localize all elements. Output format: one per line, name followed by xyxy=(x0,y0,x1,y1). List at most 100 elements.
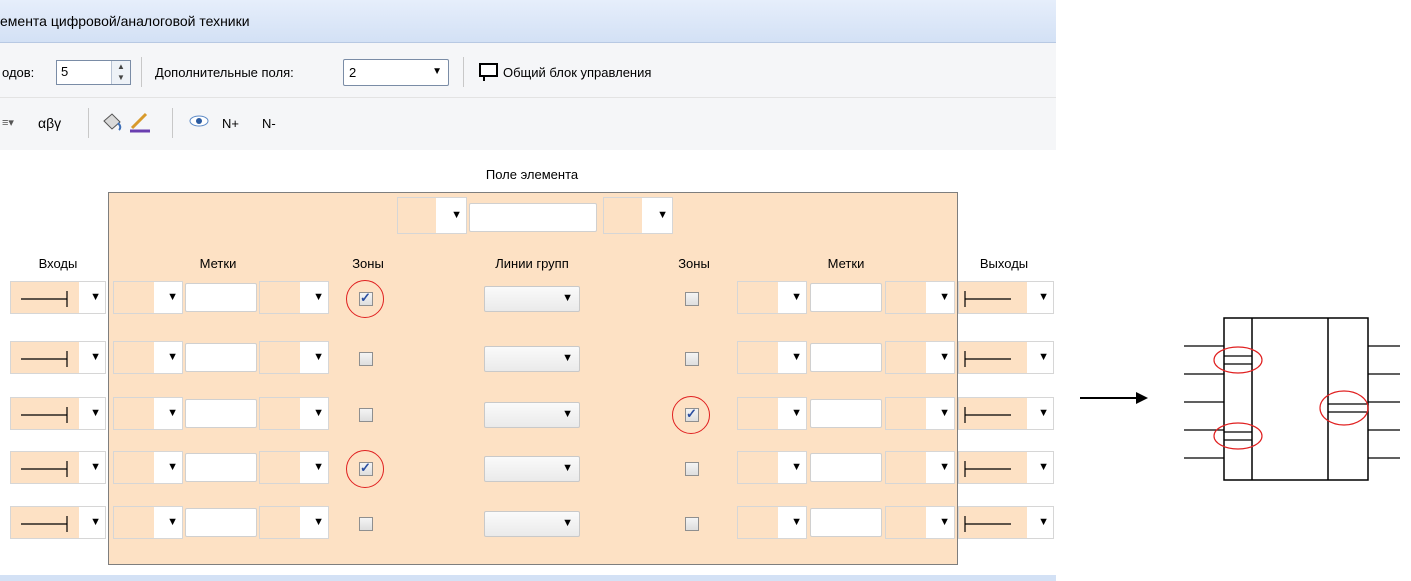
right-label-suffix-select[interactable]: ▼ xyxy=(885,506,955,539)
left-label-input[interactable] xyxy=(185,343,257,372)
chevron-down-icon: ▼ xyxy=(791,516,802,528)
input-pin-select[interactable]: ▼ xyxy=(10,397,106,430)
right-label-input[interactable] xyxy=(810,453,882,482)
list-dropdown-icon[interactable]: ≡▾ xyxy=(2,116,14,129)
zone-left-checkbox[interactable] xyxy=(359,517,373,531)
common-block-label[interactable]: Общий блок управления xyxy=(503,65,651,80)
left-label-suffix-select[interactable]: ▼ xyxy=(259,341,329,374)
left-label-prefix-select[interactable]: ▼ xyxy=(113,451,183,484)
chevron-down-icon: ▼ xyxy=(791,407,802,419)
right-label-prefix-select[interactable]: ▼ xyxy=(737,397,807,430)
title-bar: емента цифровой/аналоговой техники xyxy=(0,0,1056,43)
group-line-select[interactable]: ▼ xyxy=(484,456,580,482)
right-label-prefix-select[interactable]: ▼ xyxy=(737,341,807,374)
chevron-down-icon: ▼ xyxy=(939,461,950,473)
right-label-input[interactable] xyxy=(810,283,882,312)
count-spinner[interactable]: 5 ▲ ▼ xyxy=(56,60,131,85)
output-pin-select[interactable]: ▼ xyxy=(958,341,1054,374)
output-pin-select[interactable]: ▼ xyxy=(958,397,1054,430)
zone-right-checkbox[interactable] xyxy=(685,517,699,531)
input-pin-symbol-icon xyxy=(21,291,68,307)
chevron-down-icon: ▼ xyxy=(562,462,573,474)
left-label-input[interactable] xyxy=(185,508,257,537)
chevron-down-icon: ▼ xyxy=(167,291,178,303)
zone-right-checkbox[interactable] xyxy=(685,292,699,306)
input-pin-select[interactable]: ▼ xyxy=(10,341,106,374)
zone-right-checkbox[interactable] xyxy=(685,462,699,476)
zones-left-header: Зоны xyxy=(352,256,384,271)
group-line-select[interactable]: ▼ xyxy=(484,346,580,372)
left-label-suffix-select[interactable]: ▼ xyxy=(259,397,329,430)
chevron-down-icon: ▼ xyxy=(90,516,101,528)
right-label-suffix-select[interactable]: ▼ xyxy=(885,341,955,374)
window-title: емента цифровой/аналоговой техники xyxy=(0,13,250,29)
chevron-down-icon: ▼ xyxy=(791,351,802,363)
zones-right-header: Зоны xyxy=(678,256,710,271)
zone-right-checkbox[interactable] xyxy=(685,352,699,366)
output-pin-select[interactable]: ▼ xyxy=(958,281,1054,314)
eye-icon[interactable] xyxy=(188,114,210,128)
chevron-down-icon: ▼ xyxy=(313,407,324,419)
extra-fields-value: 2 xyxy=(349,65,357,80)
pencil-icon[interactable] xyxy=(128,110,152,134)
group-line-select[interactable]: ▼ xyxy=(484,286,580,312)
field-right-select[interactable]: ▼ xyxy=(603,197,673,234)
zone-left-checkbox[interactable] xyxy=(359,352,373,366)
input-pin-select[interactable]: ▼ xyxy=(10,451,106,484)
chevron-down-icon: ▼ xyxy=(167,407,178,419)
field-name-input[interactable] xyxy=(469,203,597,232)
chevron-down-icon: ▼ xyxy=(1038,461,1049,473)
input-pin-symbol-icon xyxy=(21,351,68,367)
paint-bucket-icon[interactable] xyxy=(100,111,124,133)
status-bar xyxy=(0,575,1056,581)
right-label-suffix-select[interactable]: ▼ xyxy=(885,281,955,314)
greek-button[interactable]: αβγ xyxy=(38,115,61,131)
toolbar-top: одов: 5 ▲ ▼ Дополнительные поля: 2 ▼ Общи… xyxy=(0,43,1056,98)
left-label-prefix-select[interactable]: ▼ xyxy=(113,506,183,539)
left-label-input[interactable] xyxy=(185,283,257,312)
chevron-down-icon: ▼ xyxy=(1038,351,1049,363)
right-label-prefix-select[interactable]: ▼ xyxy=(737,506,807,539)
n-plus-button[interactable]: N+ xyxy=(222,116,239,131)
left-label-prefix-select[interactable]: ▼ xyxy=(113,341,183,374)
output-pin-symbol-icon xyxy=(964,291,1011,307)
chevron-down-icon: ▼ xyxy=(90,407,101,419)
zone-left-checkbox[interactable] xyxy=(359,408,373,422)
right-label-input[interactable] xyxy=(810,508,882,537)
extra-fields-select[interactable]: 2 ▼ xyxy=(343,59,449,86)
left-label-prefix-select[interactable]: ▼ xyxy=(113,397,183,430)
group-line-select[interactable]: ▼ xyxy=(484,402,580,428)
highlight-circle xyxy=(346,280,384,318)
highlight-circle xyxy=(672,396,710,434)
right-label-suffix-select[interactable]: ▼ xyxy=(885,397,955,430)
input-pin-select[interactable]: ▼ xyxy=(10,506,106,539)
left-label-suffix-select[interactable]: ▼ xyxy=(259,281,329,314)
output-pin-select[interactable]: ▼ xyxy=(958,506,1054,539)
input-pin-select[interactable]: ▼ xyxy=(10,281,106,314)
element-preview-diagram xyxy=(1184,317,1400,481)
chevron-down-icon: ▼ xyxy=(313,351,324,363)
left-label-prefix-select[interactable]: ▼ xyxy=(113,281,183,314)
left-label-input[interactable] xyxy=(185,399,257,428)
common-block-icon[interactable] xyxy=(478,62,500,82)
output-pin-select[interactable]: ▼ xyxy=(958,451,1054,484)
right-label-prefix-select[interactable]: ▼ xyxy=(737,451,807,484)
group-line-select[interactable]: ▼ xyxy=(484,511,580,537)
chevron-down-icon: ▼ xyxy=(939,351,950,363)
extra-fields-label: Дополнительные поля: xyxy=(155,65,294,80)
spinner-arrows-icon[interactable]: ▲ ▼ xyxy=(111,61,130,84)
right-label-suffix-select[interactable]: ▼ xyxy=(885,451,955,484)
right-label-input[interactable] xyxy=(810,343,882,372)
left-label-input[interactable] xyxy=(185,453,257,482)
right-label-input[interactable] xyxy=(810,399,882,428)
left-label-suffix-select[interactable]: ▼ xyxy=(259,451,329,484)
output-pin-symbol-icon xyxy=(964,516,1011,532)
left-label-suffix-select[interactable]: ▼ xyxy=(259,506,329,539)
count-value: 5 xyxy=(61,64,69,79)
field-left-select[interactable]: ▼ xyxy=(397,197,467,234)
separator xyxy=(463,57,464,87)
input-pin-symbol-icon xyxy=(21,516,68,532)
n-minus-button[interactable]: N- xyxy=(262,116,276,131)
output-pin-symbol-icon xyxy=(964,351,1011,367)
right-label-prefix-select[interactable]: ▼ xyxy=(737,281,807,314)
